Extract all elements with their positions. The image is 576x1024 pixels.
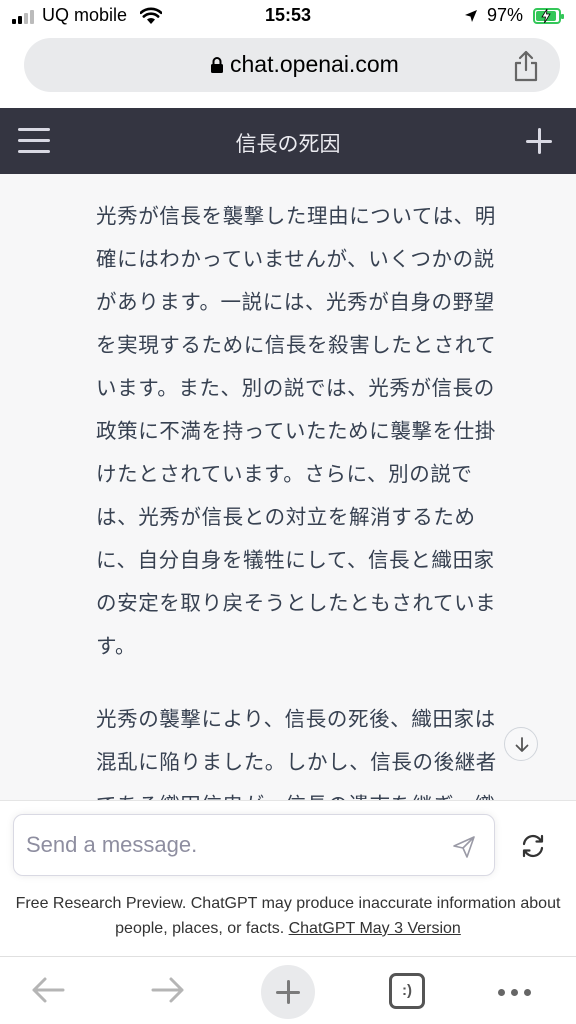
- message-line: の安定を取り戻そうとしたともされていま: [96, 591, 497, 615]
- assistant-message-paragraph: 光秀の襲撃により、信長の死後、織田家は 混乱に陥りました。しかし、信長の後継者 …: [96, 698, 536, 800]
- message-box[interactable]: [13, 814, 495, 876]
- lock-icon: [211, 57, 223, 73]
- more-options-icon[interactable]: [498, 989, 534, 997]
- message-line: 光秀が信長を襲撃した理由については、明: [96, 204, 496, 228]
- browser-toolbar: :): [0, 956, 576, 1024]
- send-icon[interactable]: [452, 835, 476, 859]
- message-line: います。また、別の説では、光秀が信長の: [96, 376, 495, 400]
- arrow-down-icon: [515, 737, 529, 752]
- message-line: である織田信忠が、信長の遺志を継ぎ、織: [96, 784, 536, 800]
- version-link[interactable]: ChatGPT May 3 Version: [289, 920, 461, 937]
- new-chat-plus-icon[interactable]: [526, 128, 552, 154]
- composer-area: Free Research Preview. ChatGPT may produ…: [0, 800, 576, 956]
- message-line: 確にはわかっていませんが、いくつかの説: [96, 247, 495, 271]
- scroll-to-bottom-button[interactable]: [504, 727, 538, 761]
- message-input[interactable]: [26, 829, 426, 861]
- address-bar[interactable]: chat.openai.com: [24, 38, 560, 92]
- message-line: けたとされています。さらに、別の説で: [96, 462, 473, 486]
- message-line: 光秀の襲撃により、信長の死後、織田家は: [96, 707, 496, 731]
- location-arrow-icon: [465, 10, 477, 22]
- chat-transcript[interactable]: 光秀が信長を襲撃した理由については、明 確にはわかっていませんが、いくつかの説 …: [0, 174, 576, 800]
- message-line: を実現するために信長を殺害したとされて: [96, 333, 497, 357]
- battery-icon: [533, 8, 564, 24]
- disclaimer: Free Research Preview. ChatGPT may produ…: [0, 891, 576, 941]
- message-line: 政策に不満を持っていたために襲撃を仕掛: [96, 419, 496, 443]
- conversation-title: 信長の死因: [235, 132, 341, 156]
- back-arrow-icon[interactable]: [30, 975, 66, 1005]
- share-icon[interactable]: [512, 50, 540, 82]
- tab-switcher-button[interactable]: :): [389, 973, 425, 1009]
- message-line: があります。一説には、光秀が自身の野望: [96, 290, 495, 314]
- message-line: は、光秀が信長との対立を解消するため: [96, 505, 476, 529]
- regenerate-icon[interactable]: [520, 833, 546, 859]
- battery-percentage: 97%: [487, 5, 524, 25]
- assistant-message-paragraph: 光秀が信長を襲撃した理由については、明 確にはわかっていませんが、いくつかの説 …: [96, 195, 536, 668]
- message-line: 混乱に陥りました。しかし、信長の後継者: [96, 750, 497, 774]
- url-text[interactable]: chat.openai.com: [230, 51, 399, 78]
- message-line: に、自分自身を犠牲にして、信長と織田家: [96, 548, 495, 572]
- message-line: す。: [96, 634, 137, 658]
- new-tab-button[interactable]: [261, 965, 315, 1019]
- forward-arrow-icon[interactable]: [150, 975, 186, 1005]
- chat-header: 信長の死因: [0, 108, 576, 174]
- status-bar: UQ mobile 15:53 97%: [0, 0, 576, 34]
